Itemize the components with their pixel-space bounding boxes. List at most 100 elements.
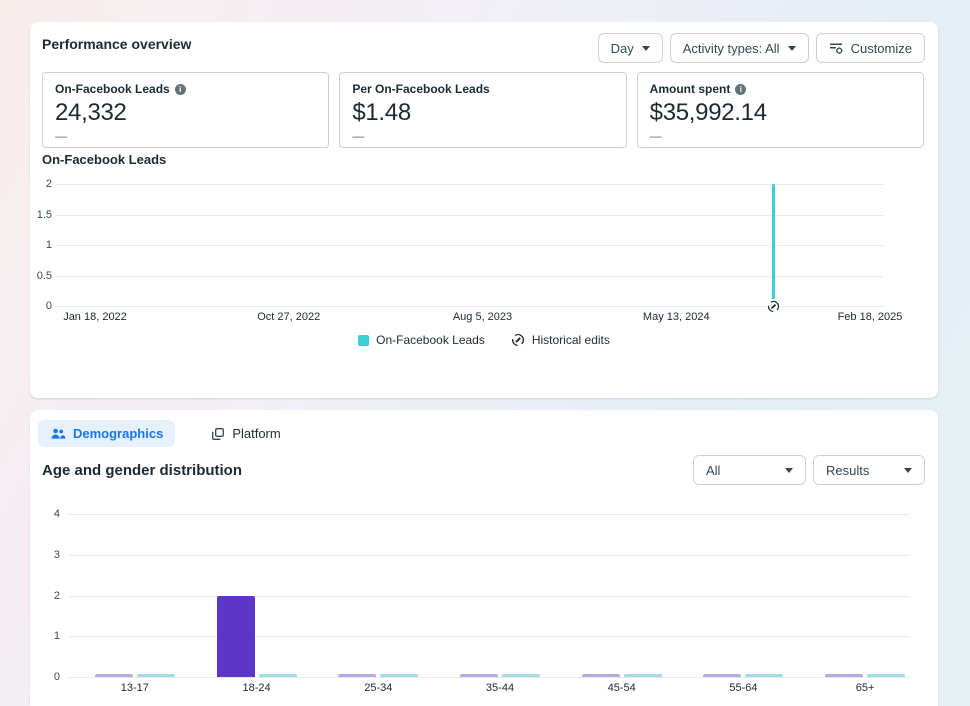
metric-delta: — [650,129,911,143]
breakdown-filter-label: All [706,463,720,478]
info-icon[interactable]: i [735,84,746,95]
performance-controls: Day Activity types: All Customize [598,33,925,63]
performance-overview-card: Performance overview Day Activity types:… [30,22,938,398]
customize-icon [829,41,843,55]
tab-label: Platform [232,426,280,441]
x-tick-label: May 13, 2024 [643,311,710,323]
legend-item-on-facebook-leads: On-Facebook Leads [358,333,485,347]
bar-purple-45-54[interactable] [582,674,620,677]
tab-platform[interactable]: Platform [199,420,292,447]
gridline [56,306,884,307]
metric-delta: — [55,129,316,143]
x-tick-label: 55-64 [729,682,757,694]
x-tick-label: 18-24 [242,682,270,694]
gridline [68,514,910,515]
metric-cards-row: On-Facebook Leads i 24,332 — Per On-Face… [42,72,924,148]
y-tick-label: 2 [30,590,60,602]
metric-value: $1.48 [352,99,613,127]
y-tick-label: 0 [22,300,52,312]
x-tick-label: Feb 18, 2025 [838,311,903,323]
bar-teal-45-54[interactable] [624,674,662,677]
demographics-controls: All Results [693,455,925,485]
metric-card-per-on-facebook-leads: Per On-Facebook Leads $1.48 — [339,72,626,148]
leads-chart-title: On-Facebook Leads [42,152,166,167]
breakdown-tabs: Demographics Platform [38,420,293,447]
y-tick-label: 2 [22,178,52,190]
x-tick-label: Oct 27, 2022 [257,311,320,323]
customize-label: Customize [851,41,912,56]
y-tick-label: 1 [22,239,52,251]
x-tick-label: 25-34 [364,682,392,694]
info-icon[interactable]: i [175,84,186,95]
pencil-circle-icon [511,333,525,347]
tab-demographics[interactable]: Demographics [38,420,175,447]
activity-types-dropdown[interactable]: Activity types: All [670,33,809,63]
bar-teal-35-44[interactable] [502,674,540,677]
metric-delta: — [352,129,613,143]
x-tick-label: Aug 5, 2023 [453,311,512,323]
legend-label: On-Facebook Leads [376,333,485,347]
overlapping-squares-icon [211,427,225,441]
metric-value: 24,332 [55,99,316,127]
metric-value: $35,992.14 [650,99,911,127]
day-dropdown-label: Day [611,41,634,56]
pencil-circle-icon [767,300,780,313]
y-tick-label: 1 [30,630,60,642]
chevron-down-icon [904,468,912,473]
bar-purple-18-24[interactable] [217,596,255,678]
gridline [68,555,910,556]
metric-label: Amount spent [650,82,731,96]
historical-edit-marker[interactable] [766,299,781,314]
page-title: Performance overview [42,36,191,52]
chevron-down-icon [642,46,650,51]
bar-teal-13-17[interactable] [137,674,175,677]
y-tick-label: 1.5 [22,209,52,221]
x-tick-label: Jan 18, 2022 [63,311,127,323]
metric-dropdown-label: Results [826,463,869,478]
bar-purple-65+[interactable] [825,674,863,677]
legend-item-historical-edits: Historical edits [511,333,610,347]
metric-dropdown[interactable]: Results [813,455,925,485]
day-dropdown[interactable]: Day [598,33,663,63]
x-tick-label: 35-44 [486,682,514,694]
gridline [56,276,884,277]
bar-teal-25-34[interactable] [380,674,418,677]
gridline [56,184,884,185]
leads-spike[interactable] [772,184,775,306]
x-tick-label: 65+ [856,682,875,694]
tab-label: Demographics [73,426,163,441]
y-tick-label: 3 [30,549,60,561]
chevron-down-icon [785,468,793,473]
gridline [68,636,910,637]
gridline [56,215,884,216]
age-gender-title: Age and gender distribution [42,462,242,479]
demographics-card: Demographics Platform Age and gender dis… [30,410,938,706]
bar-purple-25-34[interactable] [338,674,376,677]
metric-label: On-Facebook Leads [55,82,170,96]
y-tick-label: 0.5 [22,270,52,282]
leads-line-chart: 21.510.50Jan 18, 2022Oct 27, 2022Aug 5, … [30,177,938,327]
activity-types-label: Activity types: All [683,41,780,56]
customize-button[interactable]: Customize [816,33,925,63]
metric-card-on-facebook-leads: On-Facebook Leads i 24,332 — [42,72,329,148]
x-tick-label: 13-17 [121,682,149,694]
y-tick-label: 4 [30,508,60,520]
gridline [56,245,884,246]
x-tick-label: 45-54 [608,682,636,694]
leads-chart-legend: On-Facebook Leads Historical edits [30,333,938,347]
bar-purple-35-44[interactable] [460,674,498,677]
people-icon [50,426,66,442]
y-tick-label: 0 [30,671,60,683]
metric-label: Per On-Facebook Leads [352,82,489,96]
legend-swatch [358,335,369,346]
bar-purple-55-64[interactable] [703,674,741,677]
bar-teal-18-24[interactable] [259,674,297,677]
gridline [68,677,910,678]
chevron-down-icon [788,46,796,51]
bar-teal-65+[interactable] [867,674,905,677]
gridline [68,596,910,597]
bar-purple-13-17[interactable] [95,674,133,677]
age-gender-bar-chart: 4 3 2 1 0 13-17 18-24 25-34 35-44 45-54 55-64 65+ [30,505,938,706]
bar-teal-55-64[interactable] [745,674,783,677]
breakdown-filter-dropdown[interactable]: All [693,455,806,485]
